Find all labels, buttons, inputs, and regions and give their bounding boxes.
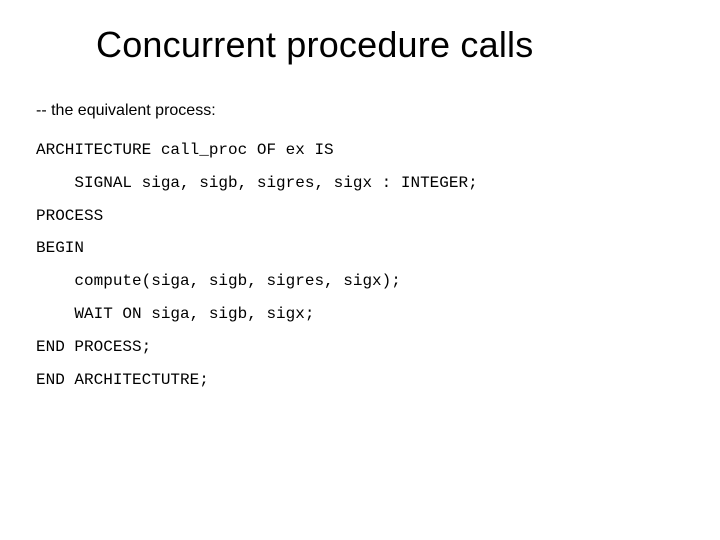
- slide-title: Concurrent procedure calls: [96, 24, 684, 66]
- code-line: ARCHITECTURE call_proc OF ex IS: [36, 141, 334, 159]
- code-line: compute(siga, sigb, sigres, sigx);: [36, 272, 401, 290]
- code-line: PROCESS: [36, 207, 103, 225]
- slide: Concurrent procedure calls -- the equiva…: [0, 0, 720, 540]
- code-line: WAIT ON siga, sigb, sigx;: [36, 305, 314, 323]
- code-line: SIGNAL siga, sigb, sigres, sigx : INTEGE…: [36, 174, 478, 192]
- code-line: BEGIN: [36, 239, 84, 257]
- code-block: ARCHITECTURE call_proc OF ex IS SIGNAL s…: [36, 134, 684, 396]
- code-line: END ARCHITECTUTRE;: [36, 371, 209, 389]
- code-line: END PROCESS;: [36, 338, 151, 356]
- slide-comment: -- the equivalent process:: [36, 102, 684, 120]
